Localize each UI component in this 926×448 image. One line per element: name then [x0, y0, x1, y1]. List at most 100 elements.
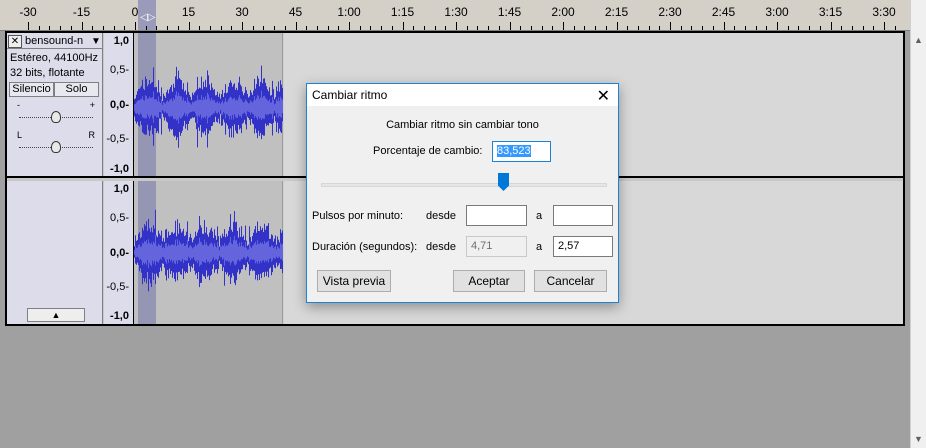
timeline-minor-tick	[702, 26, 704, 30]
waveform	[134, 209, 283, 292]
timeline-label: 3:30	[872, 5, 896, 19]
timeline-minor-tick	[92, 26, 94, 30]
timeline-minor-tick	[167, 26, 169, 30]
timeline-minor-tick	[231, 26, 233, 30]
timeline-label: -15	[72, 5, 91, 19]
timeline-minor-tick	[60, 26, 62, 30]
vertical-scrollbar[interactable]: ▲ ▼	[910, 0, 926, 448]
bpm-to-input[interactable]	[553, 205, 613, 226]
dialog-title: Cambiar ritmo	[312, 88, 388, 102]
gain-minus-label: -	[17, 100, 20, 110]
pan-right-label: R	[88, 130, 96, 140]
ruler-label: 1,0	[113, 35, 129, 47]
amplitude-ruler: 1,0 0,5- 0,0- -0,5- -1,0	[104, 181, 134, 324]
gain-slider[interactable]: - +	[17, 100, 95, 123]
collapse-track-button[interactable]: ▲	[27, 308, 85, 322]
timeline-minor-tick	[274, 26, 276, 30]
timeline-minor-tick	[755, 26, 757, 30]
timeline-minor-tick	[851, 26, 853, 30]
percent-slider-thumb[interactable]	[498, 173, 509, 191]
timeline-minor-tick	[145, 26, 147, 30]
scroll-down-icon[interactable]: ▼	[914, 434, 923, 444]
ok-button[interactable]: Aceptar	[453, 270, 525, 292]
timeline-minor-tick	[113, 26, 115, 30]
timeline-minor-tick	[102, 26, 104, 30]
timeline-minor-tick	[873, 26, 875, 30]
pan-knob[interactable]	[51, 141, 61, 153]
timeline-minor-tick	[691, 26, 693, 30]
timeline-minor-tick	[841, 26, 843, 30]
waveform	[134, 65, 283, 148]
timeline-tick	[830, 22, 832, 30]
timeline-minor-tick	[466, 26, 468, 30]
timeline-minor-tick	[70, 26, 72, 30]
timeline-tick	[884, 22, 885, 30]
gain-plus-label: +	[89, 100, 95, 110]
play-head-icon[interactable]: ◁▷	[140, 12, 155, 23]
close-track-button[interactable]: ✕	[8, 34, 22, 48]
timeline-minor-tick	[552, 26, 554, 30]
timeline-tick	[188, 22, 190, 30]
preview-button[interactable]: Vista previa	[317, 270, 391, 292]
timeline-minor-tick	[488, 26, 490, 30]
track-info-format: 32 bits, flotante	[10, 67, 85, 79]
timeline-label: 1:30	[444, 5, 468, 19]
track-name-menu[interactable]: bensound-n	[22, 35, 89, 47]
timeline-minor-tick	[338, 26, 340, 30]
timeline-minor-tick	[263, 26, 265, 30]
timeline-minor-tick	[434, 26, 436, 30]
timeline-minor-tick	[370, 26, 372, 30]
timeline-label: 30	[235, 5, 249, 19]
percent-slider[interactable]	[321, 173, 607, 200]
timeline-tick	[563, 22, 564, 30]
timeline-tick	[616, 22, 618, 30]
timeline-label: 2:30	[658, 5, 682, 19]
dialog-titlebar[interactable]: Cambiar ritmo ✕	[307, 84, 618, 106]
mute-button[interactable]: Silencio	[9, 82, 54, 97]
track-header: ✕ bensound-n ▼	[7, 34, 103, 49]
percent-value: 83,523	[497, 145, 531, 157]
timeline-tick	[723, 22, 725, 30]
timeline-minor-tick	[744, 26, 746, 30]
timeline-minor-tick	[712, 26, 714, 30]
ruler-label: -0,5-	[106, 281, 129, 293]
timeline-minor-tick	[809, 26, 811, 30]
empty-workspace[interactable]	[0, 328, 910, 448]
close-icon[interactable]: ✕	[597, 86, 610, 106]
timeline-minor-tick	[316, 26, 318, 30]
duration-to-input[interactable]: 2,57	[553, 236, 613, 257]
ruler-label: 1,0	[113, 183, 129, 195]
timeline-minor-tick	[38, 26, 40, 30]
chevron-down-icon[interactable]: ▼	[89, 36, 103, 47]
timeline-minor-tick	[605, 26, 607, 30]
timeline-minor-tick	[894, 26, 896, 30]
timeline-minor-tick	[680, 26, 682, 30]
timeline-ruler[interactable]: ◁▷ -30 -15 0 15 30 45 1:00 1:15 1:30 1:45 2:00 2:15…	[0, 0, 910, 31]
timeline-tick	[777, 22, 778, 30]
timeline-minor-tick	[413, 26, 415, 30]
solo-button[interactable]: Solo	[54, 82, 99, 97]
duration-from-label: desde	[426, 241, 456, 253]
timeline-label: 1:45	[497, 5, 522, 19]
timeline-minor-tick	[648, 26, 650, 30]
timeline-minor-tick	[445, 26, 447, 30]
change-tempo-dialog: Cambiar ritmo ✕ Cambiar ritmo sin cambia…	[306, 83, 619, 303]
percent-input[interactable]: 83,523	[492, 141, 551, 162]
gain-knob[interactable]	[51, 111, 61, 123]
bpm-label: Pulsos por minuto:	[312, 210, 404, 222]
timeline-minor-tick	[327, 26, 329, 30]
scroll-up-icon[interactable]: ▲	[914, 35, 923, 45]
bpm-from-label: desde	[426, 210, 456, 222]
timeline-tick	[242, 22, 243, 30]
timeline-tick	[135, 22, 136, 30]
ruler-label: -0,5-	[106, 133, 129, 145]
timeline-minor-tick	[787, 26, 789, 30]
pan-slider[interactable]: L R	[17, 130, 95, 153]
timeline-label: 2:00	[551, 5, 575, 19]
ruler-label: 0,5-	[110, 64, 129, 76]
timeline-minor-tick	[637, 26, 639, 30]
track-control-panel-lower: ▲	[7, 181, 103, 324]
bpm-from-input[interactable]	[466, 205, 527, 226]
cancel-button[interactable]: Cancelar	[534, 270, 607, 292]
ruler-label: 0,5-	[110, 212, 129, 224]
